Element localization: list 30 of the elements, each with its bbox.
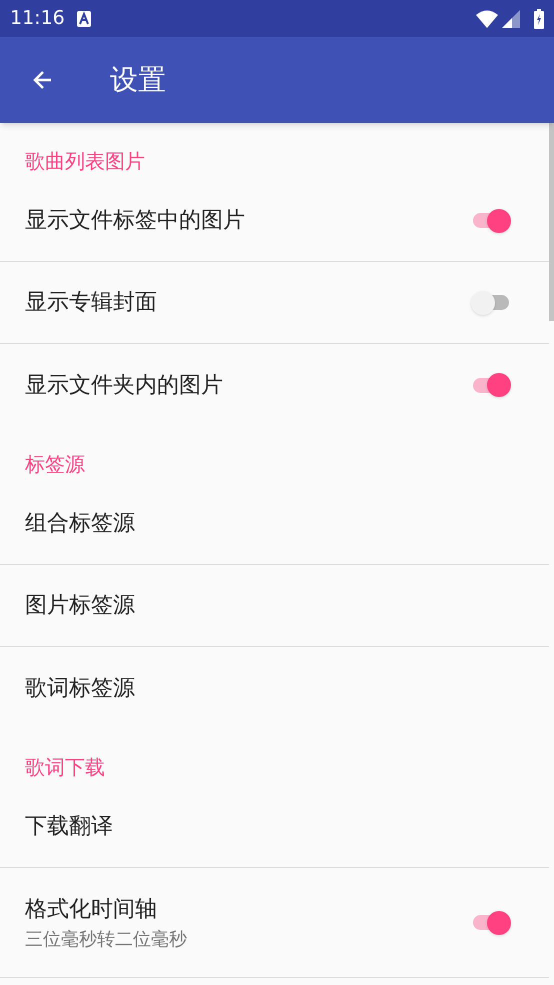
setting-label: 显示专辑封面 (25, 289, 158, 317)
setting-label: 显示文件夹内的图片 (25, 372, 224, 400)
toggle-switch[interactable] (471, 208, 511, 234)
settings-row[interactable]: 格式化时间轴 三位毫秒转二位毫秒 (0, 868, 549, 978)
setting-label: 歌词标签源 (25, 674, 136, 702)
setting-label: 格式化时间轴 (25, 896, 158, 924)
setting-summary: 三位毫秒转二位毫秒 (25, 928, 188, 952)
toggle-switch[interactable] (471, 372, 511, 398)
section-header: 歌词下载 (25, 754, 105, 781)
section-header: 标签源 (25, 451, 85, 478)
section-header: 歌曲列表图片 (25, 148, 145, 175)
status-time: 11:16 (10, 6, 65, 32)
settings-row[interactable]: 下载翻译 (0, 786, 549, 868)
settings-row[interactable]: 显示专辑封面 (0, 262, 549, 344)
settings-row[interactable]: 显示文件夹内的图片 (0, 344, 549, 426)
notification-icon (76, 10, 91, 26)
toggle-switch[interactable] (471, 290, 511, 316)
setting-label: 组合标签源 (25, 510, 136, 538)
signal-icon (502, 10, 520, 28)
settings-row[interactable]: 显示文件标签中的图片 (0, 180, 549, 262)
wifi-icon (476, 10, 498, 28)
setting-label: 图片标签源 (25, 592, 136, 620)
settings-row[interactable]: 歌词标签源 (0, 647, 549, 729)
settings-row[interactable]: 图片标签源 (0, 565, 549, 647)
battery-icon (534, 8, 544, 28)
setting-label: 显示文件标签中的图片 (25, 207, 246, 235)
page-title: 设置 (110, 62, 166, 98)
settings-row[interactable]: 组合标签源 (0, 483, 549, 565)
setting-label: 下载翻译 (25, 813, 114, 841)
toggle-switch[interactable] (471, 910, 511, 936)
